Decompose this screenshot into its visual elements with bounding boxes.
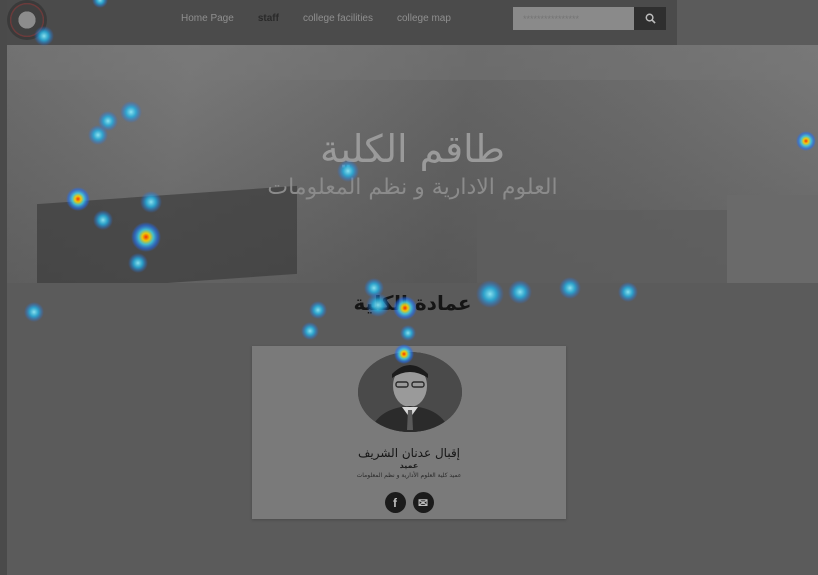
hero-subtitle: العلوم الادارية و نظم المعلومات [267,175,558,200]
section-title: عمادة الكلية [353,291,472,315]
social-links: f ✉ [252,492,566,513]
avatar [358,352,462,432]
college-logo-icon[interactable] [7,0,47,40]
search-button[interactable] [634,7,666,30]
main-nav: Home Page staff college facilities colle… [181,13,475,24]
site-header: Home Page staff college facilities colle… [7,0,677,45]
search-icon [645,13,656,24]
staff-name: إقبال عدنان الشريف [357,446,461,460]
hero-banner: طاقم الكلية العلوم الادارية و نظم المعلو… [7,45,818,283]
email-icon[interactable]: ✉ [412,492,434,513]
staff-description: عميد كلية العلوم الأدارية و نظم المعلوما… [356,472,462,479]
search-input[interactable] [513,7,634,30]
hero-background [7,45,818,80]
nav-item-home[interactable]: Home Page [181,13,234,24]
hero-background [477,210,727,283]
nav-item-staff[interactable]: staff [258,13,279,24]
hero-background [727,195,818,283]
hero-background [37,185,297,283]
page: Home Page staff college facilities colle… [7,0,818,575]
staff-role: عميد [399,461,419,470]
facebook-icon[interactable]: f [384,492,406,513]
nav-item-college-facilities[interactable]: college facilities [303,13,373,24]
staff-card: إقبال عدنان الشريف عميد عميد كلية العلوم… [252,346,566,519]
nav-item-college-map[interactable]: college map [397,13,451,24]
hero-title: طاقم الكلية [320,127,505,171]
